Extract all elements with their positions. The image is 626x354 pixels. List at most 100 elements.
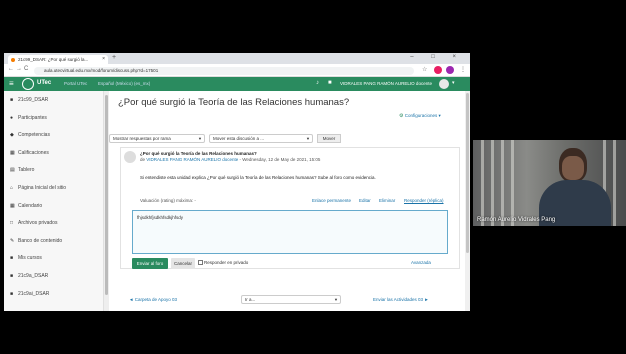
chevron-down-icon: ▼ [198,136,202,141]
sidebar-item[interactable]: ▤ Tablero [10,165,34,175]
grades-icon: ▦ [10,149,15,156]
reload-icon[interactable]: C [24,66,28,72]
badge-icon: ◆ [10,132,14,139]
utec-logo-icon[interactable] [22,78,34,90]
sidebar-item-label: Página Inicial del sitio [18,185,67,191]
previous-activity-link[interactable]: ◄ Carpeta de Apoyo 03 [129,297,177,302]
post-subject: ¿Por qué surgió la Teoría de las Relacio… [140,151,257,156]
sidebar-item-label: Participantes [18,114,47,121]
post-to-forum-button[interactable]: Enviar al foro [132,258,168,269]
edit-link[interactable]: Editar [359,198,371,203]
window-controls[interactable]: – □ × [410,54,464,60]
participant-face [562,156,584,180]
meeting-stage: 21c99_DSAR: ¿Por qué surgió la... × + – … [0,0,626,354]
sidebar-item[interactable]: ⌂ Página Inicial del sitio [10,183,66,193]
delete-link[interactable]: Eliminar [379,198,395,203]
window-blind [501,140,504,226]
extension-icon[interactable] [434,66,442,74]
page-title: ¿Por qué surgió la Teoría de las Relacio… [118,97,350,108]
site-brand[interactable]: UTec [37,80,51,86]
sidebar-item-label: Calificaciones [18,149,49,156]
display-mode-select[interactable]: Mostrar respuestas por rama ▼ [109,134,205,143]
advanced-link[interactable]: Avanzada [411,260,431,265]
sidebar-item[interactable]: ■ Mis cursos [10,253,42,263]
move-discussion-value: Mover esta discusión a ... [213,136,265,141]
graduation-cap-icon: ■ [10,97,14,103]
url-input[interactable]: aula.utecvirtual.edu.mx/mod/forum/discus… [34,66,414,75]
new-tab-icon[interactable]: + [112,54,116,61]
close-tab-icon[interactable]: × [102,55,105,64]
jump-to-value: Ir a... [245,297,256,302]
file-icon: □ [10,220,14,227]
moodle-navbar: ≡ UTec Portal UTec Español (México) (es_… [4,77,470,91]
sidebar-item[interactable]: ◆ Competencias [10,130,50,140]
byline-prefix: de [140,157,146,162]
browser-tab[interactable]: 21c99_DSAR: ¿Por qué surgió la... × [8,55,108,64]
post-date: - Wednesday, 12 de May de 2021, 15:05 [239,157,321,162]
browser-tab-bar: 21c99_DSAR: ¿Por qué surgió la... × + – … [4,53,470,64]
profile-icon[interactable] [446,66,454,74]
language-menu[interactable]: Español (México) (es_mx) [98,81,150,86]
sidebar-item-label: 21c9a_DSAR [18,273,49,279]
sidebar-scroll-thumb[interactable] [105,95,108,295]
sidebar-item-label: Banco de contenido [18,237,63,244]
sidebar-item[interactable]: ✎ Banco de contenido [10,236,62,246]
sidebar-item[interactable]: ■ 21c9a_DSAR [10,271,48,281]
sidebar-item[interactable]: ▦ Calificaciones [10,148,49,158]
sidebar-item-label: Archivos privados [18,220,58,227]
notifications-bell-icon[interactable]: ♪ [316,80,319,86]
reply-link[interactable]: Responder (réplica) [404,198,444,203]
sidebar-item-label: Tablero [18,167,35,174]
users-icon: ● [10,114,14,121]
sidebar-item-label: 21c9ai_DSAR [18,290,50,297]
permalink-link[interactable]: Enlace permanente [312,198,351,203]
back-icon[interactable]: ← [8,66,14,72]
move-button[interactable]: Mover [317,134,341,143]
tablero-icon: ▤ [10,167,15,174]
post-author-link[interactable]: VIDRALES PANG RAMÓN AURELIO docente [146,157,238,162]
gear-icon: ⚙ [399,113,404,119]
next-activity-link[interactable]: Enviar las Actividades 03 ► [373,297,429,302]
pencil-icon: ✎ [10,237,15,244]
move-discussion-select[interactable]: Mover esta discusión a ... ▼ [209,134,313,143]
reply-textarea[interactable]: fhjsdkhfjsdkhfsdkjhfsdy [132,210,448,254]
sidebar-item[interactable]: ● Participantes [10,113,47,123]
window-blind [481,140,484,226]
window-blind [491,140,494,226]
home-icon: ⌂ [10,185,14,191]
author-avatar[interactable] [124,151,136,163]
sidebar-item[interactable]: □ Archivos privados [10,218,57,228]
window-blind [511,140,514,226]
messages-icon[interactable]: ■ [328,80,332,86]
user-name[interactable]: VIDRALES PANG RAMÓN AURELIO docente [340,81,432,86]
webcam-tile[interactable]: Ramón Aurelio Vidrales Pang [473,140,626,226]
private-reply-checkbox[interactable]: Responder en privado [198,260,248,266]
sidebar-item[interactable]: ■ 21c9ai_DSAR [10,289,49,299]
forum-post: ¿Por qué surgió la Teoría de las Relacio… [120,147,460,269]
browser-menu-icon[interactable]: ⋮ [460,66,466,73]
sidebar-item-label: Competencias [18,132,50,139]
hamburger-menu-icon[interactable]: ≡ [9,79,14,88]
sidebar-item-label: Calendario [18,202,43,209]
main-content: ¿Por qué surgió la Teoría de las Relacio… [109,91,470,311]
chevron-down-icon: ▼ [306,136,310,141]
sidebar-item[interactable]: ■ 21c99_DSAR [10,95,48,105]
display-mode-value: Mostrar respuestas por rama [113,136,171,141]
bookmark-star-icon[interactable]: ☆ [422,66,427,73]
jump-to-select[interactable]: Ir a... ▼ [241,295,341,304]
post-body: Si entendiste esta unidad explica ¿Por q… [140,175,376,180]
calendar-icon: ▦ [10,202,15,209]
portal-link[interactable]: Portal UTec [64,81,87,86]
sidebar-item[interactable]: ▦ Calendario [10,201,42,211]
settings-label: Configuraciones ▾ [404,113,441,118]
chevron-down-icon: ▼ [334,297,338,302]
participant-name: Ramón Aurelio Vidrales Pang [477,217,556,223]
user-avatar[interactable] [439,79,449,89]
checkbox-box[interactable] [198,260,203,266]
cancel-button[interactable]: Cancelar [171,258,195,269]
chevron-down-icon[interactable]: ▾ [452,80,455,86]
page-scroll-thumb[interactable] [466,93,469,253]
graduation-cap-icon: ■ [10,255,14,262]
forward-icon[interactable]: → [16,66,22,72]
settings-menu[interactable]: ⚙ Configuraciones ▾ [399,113,441,119]
